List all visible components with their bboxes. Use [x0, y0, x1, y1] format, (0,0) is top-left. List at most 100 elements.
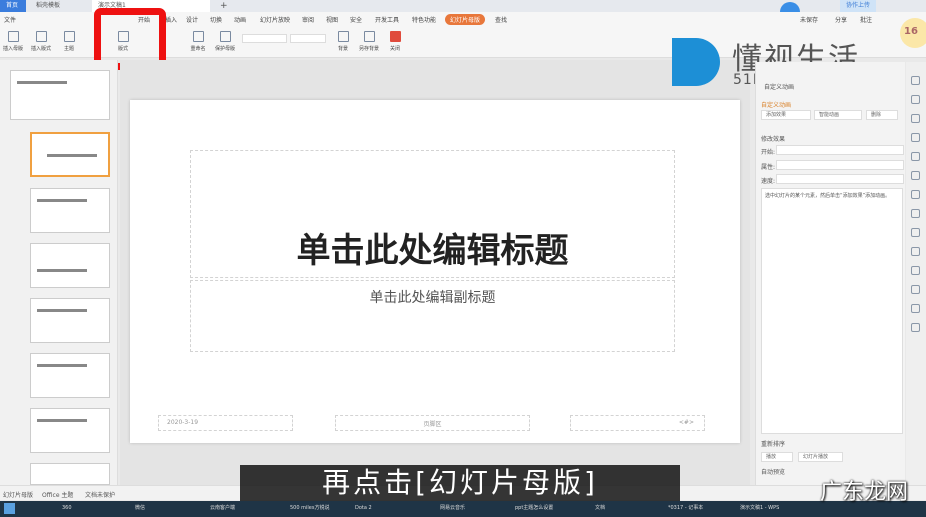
new-tab-icon[interactable]: + [214, 0, 234, 12]
insert-master-button[interactable]: 插入母版 [0, 31, 26, 52]
taskbar-item[interactable]: 360 [62, 503, 72, 514]
style-icon[interactable] [911, 133, 920, 142]
page-number-placeholder[interactable]: <#> [570, 415, 705, 431]
menu-slide-master[interactable]: 幻灯片母版 [445, 14, 486, 25]
fill-icon[interactable] [911, 152, 920, 161]
tab-docer[interactable]: 稻壳模板 [30, 0, 90, 12]
theme-button[interactable]: 主题 [56, 31, 82, 52]
theme-status: Office 主题 [42, 492, 74, 499]
share-button[interactable]: 分享 [835, 15, 847, 24]
taskbar-item[interactable]: 文档 [595, 503, 605, 514]
layout-thumbnail[interactable] [30, 188, 110, 233]
insert-layout-button[interactable]: 插入版式 [28, 31, 54, 52]
menu-view[interactable]: 视图 [326, 15, 338, 24]
add-effect-button[interactable]: 添加效果 [761, 110, 811, 120]
autopreview-checkbox[interactable]: 自动预览 [761, 467, 785, 476]
taskbar-item[interactable]: 云南客户端 [210, 503, 235, 514]
smart-animation-button[interactable]: 智能动画 [814, 110, 862, 120]
menu-security[interactable]: 安全 [350, 15, 362, 24]
chart-icon[interactable] [911, 190, 920, 199]
table-icon[interactable] [911, 266, 920, 275]
slide[interactable]: 单击此处编辑标题 单击此处编辑副标题 2020-3-19 页脚区 <#> [130, 100, 740, 443]
footer-placeholder[interactable]: 页脚区 [335, 415, 530, 431]
layout-thumbnail[interactable] [30, 353, 110, 398]
text-icon[interactable] [911, 209, 920, 218]
rename-button[interactable]: 重命名 [185, 31, 211, 52]
menu-devtools[interactable]: 开发工具 [375, 15, 399, 24]
layout-thumbnail[interactable] [30, 408, 110, 453]
background-button[interactable]: 背景 [330, 31, 356, 52]
subtitle-placeholder[interactable]: 单击此处编辑副标题 [190, 280, 675, 352]
label: 保护母版 [214, 46, 235, 52]
comment-button[interactable]: 批注 [860, 15, 872, 24]
menu-insert[interactable]: 插入 [165, 15, 177, 24]
shape-icon[interactable] [911, 228, 920, 237]
label: 另存背景 [358, 46, 379, 52]
search-button[interactable]: 查找 [495, 15, 507, 24]
property-label: 属性: [761, 164, 776, 171]
tab-home[interactable]: 首页 [0, 0, 26, 12]
taskbar-item[interactable]: 500 miles方锐说 [290, 503, 329, 514]
delete-button[interactable]: 删除 [866, 110, 898, 120]
label: 关闭 [389, 46, 400, 52]
menu-slideshow[interactable]: 幻灯片放映 [260, 15, 290, 24]
clock-widget: 16 [900, 18, 926, 48]
font-select[interactable] [242, 34, 287, 43]
close-master-button[interactable]: 关闭 [382, 31, 408, 52]
save-background-button[interactable]: 另存背景 [356, 31, 382, 52]
property-select[interactable] [776, 160, 904, 170]
taskbar: 360 微信 云南客户端 500 miles方锐说 Dota 2 网易云音乐 p… [0, 501, 926, 517]
taskbar-item[interactable]: ppt主题怎么设置 [515, 503, 553, 514]
animation-icon[interactable] [911, 76, 920, 85]
history-icon[interactable] [911, 304, 920, 313]
label: 插入版式 [30, 46, 51, 52]
grid-icon[interactable] [911, 171, 920, 180]
taskbar-item[interactable]: 网易云音乐 [440, 503, 465, 514]
slideshow-button[interactable]: 幻灯片播放 [798, 452, 843, 462]
help-icon[interactable] [911, 323, 920, 332]
date-placeholder[interactable]: 2020-3-19 [158, 415, 293, 431]
font-size-select[interactable] [290, 34, 326, 43]
title-placeholder[interactable]: 单击此处编辑标题 [190, 150, 675, 278]
transition-icon[interactable] [911, 95, 920, 104]
watermark-logo-icon [672, 38, 720, 86]
taskbar-item[interactable]: 演示文稿1 - WPS [740, 503, 779, 514]
menu-animation[interactable]: 动画 [234, 15, 246, 24]
master-thumbnail[interactable] [10, 70, 110, 120]
label: 重命名 [190, 46, 206, 52]
layout-thumbnail[interactable] [30, 298, 110, 343]
menu-review[interactable]: 审阅 [302, 15, 314, 24]
play-button[interactable]: 播放 [761, 452, 793, 462]
edit-icon[interactable] [911, 247, 920, 256]
right-icon-bar [906, 62, 926, 485]
preserve-master-button[interactable]: 保护母版 [212, 31, 238, 52]
layout-thumbnail[interactable] [30, 132, 110, 177]
slide-thumbnail-panel[interactable] [0, 60, 118, 485]
section-heading: 自定义动画 [761, 102, 792, 109]
start-select[interactable] [776, 145, 904, 155]
layout-thumbnail[interactable] [30, 243, 110, 288]
sync-button[interactable]: 协作上传 [840, 0, 877, 12]
layout-thumbnail[interactable] [30, 463, 110, 485]
search-icon[interactable] [911, 114, 920, 123]
menu-features[interactable]: 特色功能 [412, 15, 436, 24]
file-menu[interactable]: 文件 [4, 15, 16, 24]
modify-label: 修改效果 [761, 136, 786, 143]
label: 背景 [337, 46, 348, 52]
speed-label: 速度: [761, 178, 776, 185]
protect-status[interactable]: 文档未保护 [85, 490, 115, 499]
label: 主题 [63, 46, 74, 52]
menu-transition[interactable]: 切换 [210, 15, 222, 24]
start-icon[interactable] [4, 503, 15, 514]
video-caption: 再点击[幻灯片母版] [240, 465, 680, 501]
speed-select[interactable] [776, 174, 904, 184]
audio-icon[interactable] [911, 285, 920, 294]
custom-animation-panel: 自定义动画 自定义动画 添加效果 智能动画 删除 修改效果 开始: 属性: 速度… [755, 62, 905, 485]
taskbar-item[interactable]: *0317 - 记事本 [668, 503, 703, 514]
taskbar-item[interactable]: 微信 [135, 503, 145, 514]
animation-list[interactable]: 选中幻灯片的某个元素，然后单击“添加效果”添加动画。 [761, 188, 903, 434]
start-label: 开始: [761, 149, 776, 156]
taskbar-item[interactable]: Dota 2 [355, 503, 372, 514]
user-status[interactable]: 未保存 [800, 15, 818, 24]
menu-design[interactable]: 设计 [186, 15, 198, 24]
